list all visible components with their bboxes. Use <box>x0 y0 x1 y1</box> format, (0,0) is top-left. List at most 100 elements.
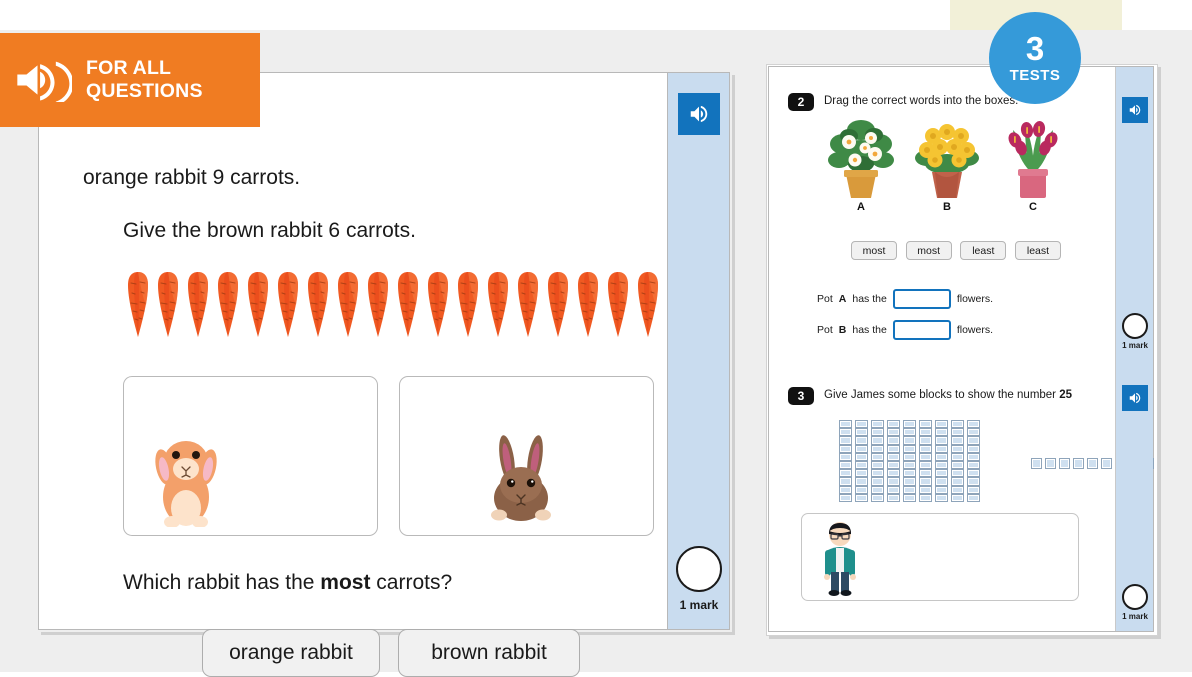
tens-rod[interactable] <box>871 420 884 502</box>
tens-rod[interactable] <box>887 420 900 502</box>
word-chip-1[interactable]: most <box>905 241 952 260</box>
speaker-button[interactable] <box>678 93 720 135</box>
rod-segment <box>967 485 980 494</box>
rod-segment <box>871 493 884 502</box>
carrot <box>243 269 273 337</box>
question-2-number: 2 <box>788 93 814 111</box>
unit-cube[interactable] <box>1101 458 1112 469</box>
unit-cube[interactable] <box>1087 458 1098 469</box>
tens-rods[interactable] <box>839 420 980 502</box>
word-chip-2[interactable]: least <box>960 241 1007 260</box>
flower-pot-b[interactable]: B <box>913 114 981 213</box>
rod-segment <box>951 493 964 502</box>
pot-label-a: A <box>857 201 865 213</box>
speaker-button-q2[interactable] <box>1122 97 1148 123</box>
flower-pots-row: A B C <box>827 117 1067 213</box>
rod-segment <box>903 436 916 445</box>
carrot-row <box>123 269 663 339</box>
rod-segment <box>887 485 900 494</box>
rod-segment <box>839 428 852 437</box>
rod-segment <box>967 460 980 470</box>
rod-segment <box>871 460 884 470</box>
carrot-icon <box>638 272 658 337</box>
carrot <box>633 269 663 337</box>
sentence-b-mid: has the <box>852 324 887 336</box>
unit-cube[interactable] <box>1059 458 1070 469</box>
carrot-icon <box>398 272 418 337</box>
tens-rod[interactable] <box>951 420 964 502</box>
carrot-icon <box>188 272 208 337</box>
rod-segment <box>887 477 900 486</box>
rod-segment <box>887 493 900 502</box>
carrot-icon <box>578 272 598 337</box>
rod-segment <box>855 485 868 494</box>
rod-segment <box>967 477 980 486</box>
carrot <box>273 269 303 337</box>
answer-button-brown-rabbit[interactable]: brown rabbit <box>398 629 580 677</box>
tens-rod[interactable] <box>935 420 948 502</box>
drop-box-b[interactable] <box>892 320 951 340</box>
rod-segment <box>951 460 964 470</box>
unit-cube[interactable] <box>1073 458 1084 469</box>
boy-with-glasses-icon <box>818 520 862 596</box>
rod-segment <box>903 460 916 470</box>
carrot <box>423 269 453 337</box>
rod-segment <box>855 420 868 429</box>
carrot <box>123 269 153 337</box>
carrot-icon <box>458 272 478 337</box>
pot-label-c: C <box>1029 201 1037 213</box>
carrot-icon <box>158 272 178 337</box>
drop-box-a[interactable] <box>892 289 951 309</box>
question-3-instruction: Give James some blocks to show the numbe… <box>824 389 1072 401</box>
flower-pot-a[interactable]: A <box>827 114 895 213</box>
tens-rod[interactable] <box>903 420 916 502</box>
carrot <box>453 269 483 337</box>
carrot <box>513 269 543 337</box>
flower-pot-c[interactable]: C <box>999 114 1067 213</box>
word-chip-3[interactable]: least <box>1014 241 1061 260</box>
rod-segment <box>967 469 980 478</box>
rod-segment <box>887 436 900 445</box>
carrot-icon <box>368 272 388 337</box>
rod-segment <box>839 493 852 502</box>
speaker-button-q3[interactable] <box>1122 385 1148 411</box>
question-3-number: 3 <box>788 387 814 405</box>
unit-cube[interactable] <box>1031 458 1042 469</box>
rod-segment <box>855 477 868 486</box>
for-all-questions-banner[interactable]: FOR ALL QUESTIONS <box>0 33 260 127</box>
rod-segment <box>919 420 932 429</box>
word-chip-0[interactable]: most <box>851 241 897 260</box>
prompt-bold: most <box>320 571 371 594</box>
rod-segment <box>935 436 948 445</box>
sentence-a-pot: A <box>838 293 847 305</box>
rod-segment <box>967 493 980 502</box>
rod-segment <box>839 444 852 453</box>
unit-cube[interactable] <box>1045 458 1056 469</box>
rod-segment <box>967 452 980 461</box>
rod-segment <box>855 444 868 453</box>
rod-segment <box>951 485 964 494</box>
tens-rod[interactable] <box>839 420 852 502</box>
rod-segment <box>919 444 932 453</box>
tests-badge: 3 TESTS <box>989 12 1081 104</box>
carrot-icon <box>128 272 148 337</box>
james-answer-box[interactable] <box>801 513 1079 601</box>
orange-rabbit-box[interactable] <box>123 376 378 536</box>
answer-button-orange-rabbit[interactable]: orange rabbit <box>202 629 380 677</box>
rod-segment <box>871 436 884 445</box>
sentence-b-post: flowers. <box>956 324 993 336</box>
tens-rod[interactable] <box>855 420 868 502</box>
speaker-icon <box>690 105 708 123</box>
rod-segment <box>839 436 852 445</box>
rod-segment <box>839 485 852 494</box>
rod-segment <box>935 444 948 453</box>
rod-segment <box>919 436 932 445</box>
rod-segment <box>951 420 964 429</box>
rod-segment <box>871 477 884 486</box>
tens-rod[interactable] <box>919 420 932 502</box>
tens-rod[interactable] <box>967 420 980 502</box>
sentence-a-pre: Pot <box>817 293 833 305</box>
pink-calla-lily-pot-icon <box>1008 121 1058 198</box>
brown-rabbit-box[interactable] <box>399 376 654 536</box>
rod-segment <box>887 469 900 478</box>
